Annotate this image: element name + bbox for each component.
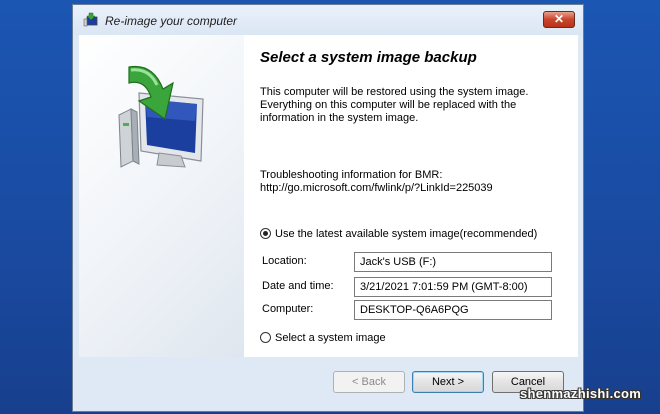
reimage-dialog: Re-image your computer ✕ Select a system… — [72, 4, 584, 412]
restore-computer-icon — [83, 12, 98, 27]
close-button[interactable]: ✕ — [543, 11, 575, 28]
location-label: Location: — [262, 255, 307, 267]
button-bar: < Back Next > Cancel — [79, 357, 578, 407]
location-field: Jack's USB (F:) — [354, 252, 552, 272]
description-line: This computer will be restored using the… — [260, 86, 529, 98]
troubleshooting-link[interactable]: http://go.microsoft.com/fwlink/p/?LinkId… — [260, 182, 560, 195]
description-text: This computer will be restored using the… — [260, 86, 560, 125]
description-line: information in the system image. — [260, 112, 419, 124]
troubleshooting-label: Troubleshooting information for BMR: — [260, 169, 443, 181]
window-title: Re-image your computer — [105, 14, 238, 28]
date-field: 3/21/2021 7:01:59 PM (GMT-8:00) — [354, 277, 552, 297]
date-label: Date and time: — [262, 280, 334, 292]
troubleshooting-info: Troubleshooting information for BMR: htt… — [260, 169, 560, 195]
watermark-text: shenmazhishi.com — [520, 386, 642, 401]
page-heading: Select a system image backup — [260, 49, 477, 66]
computer-label: Computer: — [262, 303, 314, 315]
back-button[interactable]: < Back — [333, 371, 405, 393]
latest-image-radio[interactable] — [260, 228, 271, 239]
description-line: Everything on this computer will be repl… — [260, 99, 517, 111]
close-icon: ✕ — [553, 12, 565, 26]
latest-image-label[interactable]: Use the latest available system image(re… — [275, 228, 537, 240]
computer-restore-arrow-icon — [118, 65, 204, 168]
select-image-radio[interactable] — [260, 332, 271, 343]
next-button[interactable]: Next > — [412, 371, 484, 393]
title-bar[interactable]: Re-image your computer ✕ — [73, 5, 583, 35]
content-pane: Select a system image backup This comput… — [244, 35, 578, 357]
illustration-pane — [79, 35, 244, 357]
image-details-group: Location: Jack's USB (F:) Date and time:… — [258, 246, 560, 326]
computer-field: DESKTOP-Q6A6PQG — [354, 300, 552, 320]
select-image-label[interactable]: Select a system image — [275, 332, 386, 344]
